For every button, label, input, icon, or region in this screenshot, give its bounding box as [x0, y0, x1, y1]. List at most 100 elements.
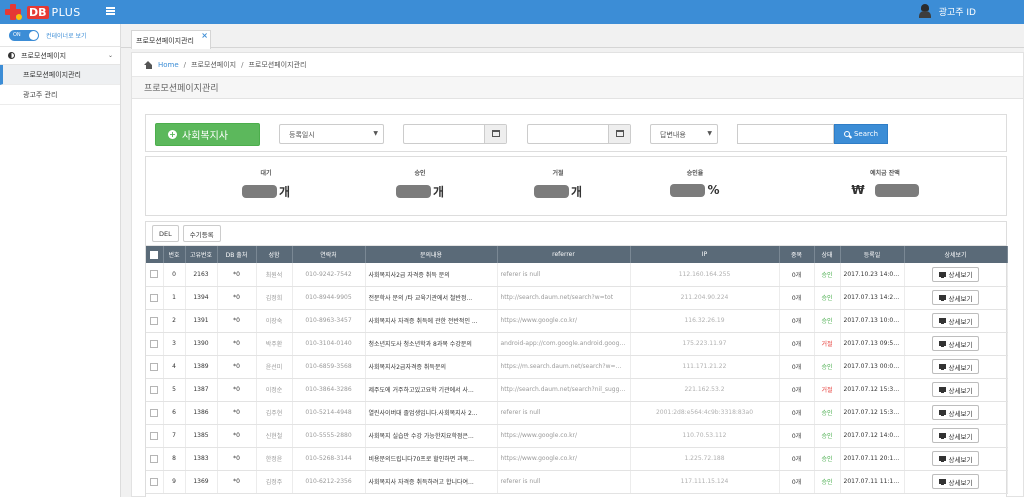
detail-button-label: 상세보기: [948, 317, 973, 326]
cell-date: 2017.07.12 14:02:03: [840, 424, 905, 448]
stat-label: 예치금 잔액: [870, 170, 900, 177]
detail-button[interactable]: 상세보기: [931, 428, 980, 443]
user-menu[interactable]: 광고주 ID: [918, 4, 976, 18]
col-header[interactable]: IP: [630, 246, 780, 263]
monitor-icon: [938, 271, 946, 278]
table-row[interactable]: 4 1389 *0 윤선미 010-6859-3568 사회복지사2급자격증 취득문의 ht…: [146, 355, 1008, 379]
cell-referrer: https://www.google.co.kr/: [497, 309, 631, 333]
cell-name: 김주현: [256, 401, 293, 425]
row-checkbox[interactable]: [150, 316, 159, 325]
row-select-cell: [146, 378, 164, 402]
col-header[interactable]: 문의내용: [365, 246, 498, 263]
table-row[interactable]: 2 1391 *0 이장숙 010-8963-3457 사회복지사 자격증 취득에 관한 …: [146, 309, 1008, 333]
row-checkbox[interactable]: [150, 431, 159, 440]
col-header[interactable]: 연락처: [292, 246, 366, 263]
table-row[interactable]: 8 1383 *0 한정윤 010-5268-3144 비용문의드립니다70프로 할인하면…: [146, 447, 1008, 471]
stat-unit: 개: [278, 185, 291, 199]
cell-uid: 1387: [185, 378, 218, 402]
tab-promotion-manage[interactable]: 프로모션페이지관리 ×: [131, 30, 211, 49]
row-checkbox[interactable]: [150, 362, 159, 371]
select-all-checkbox[interactable]: [150, 250, 159, 259]
redacted-value: [533, 185, 569, 198]
end-date-input[interactable]: [527, 124, 631, 144]
col-header[interactable]: 중복: [779, 246, 815, 263]
sidebar-group-promotion[interactable]: 프로모션페이지 ⌄: [0, 46, 120, 65]
delete-button[interactable]: DEL: [152, 225, 179, 242]
cell-uid: 1389: [185, 355, 218, 379]
col-header[interactable]: 등록일: [840, 246, 905, 263]
col-header[interactable]: DB 출처: [217, 246, 257, 263]
row-checkbox[interactable]: [150, 477, 159, 486]
detail-button-label: 상세보기: [948, 294, 973, 303]
detail-button[interactable]: 상세보기: [931, 336, 980, 351]
container-view-label[interactable]: 컨테이너로 보기: [46, 31, 87, 40]
row-checkbox[interactable]: [150, 408, 159, 417]
breadcrumb-separator: /: [183, 60, 187, 69]
stat-unit: 개: [570, 185, 583, 199]
sidebar-item-advertiser-manage[interactable]: 광고주 관리: [0, 85, 120, 105]
search-input[interactable]: [737, 124, 834, 144]
search-button-label: Search: [853, 130, 879, 138]
table-row[interactable]: 9 1369 *0 김정주 010-6212-2356 사회복지사 자격증 취득하려고 합…: [146, 470, 1008, 494]
cell-status: 거절: [814, 332, 841, 356]
table-row[interactable]: 3 1390 *0 박주환 010-3104-0140 청소년지도사 청소년학과 8과목 …: [146, 332, 1008, 356]
row-checkbox[interactable]: [150, 385, 159, 394]
table-row[interactable]: 1 1394 *0 김정희 010-8944-9905 전문학사 문의 /타 교육기관에서…: [146, 286, 1008, 310]
cell-referrer: http://search.daum.net/search?w=tot: [497, 286, 631, 310]
cell-ip: 211.204.90.224: [630, 286, 780, 310]
cell-duplicate: 0개: [779, 263, 815, 287]
row-checkbox[interactable]: [150, 270, 159, 279]
container-view-toggle[interactable]: ON: [9, 29, 39, 41]
row-checkbox[interactable]: [150, 339, 159, 348]
col-header[interactable]: referrer: [497, 246, 631, 263]
col-header[interactable]: 상세보기: [904, 246, 1008, 263]
col-header[interactable]: 고유번호: [185, 246, 218, 263]
tab-label: 프로모션페이지관리: [136, 37, 194, 45]
app-logo[interactable]: DB PLUS: [5, 4, 81, 20]
table-row[interactable]: 0 2163 *0 최원석 010-9242-7542 사회복지사2급 자격증 취득 문의…: [146, 263, 1008, 287]
col-header[interactable]: 번호: [163, 246, 186, 263]
manual-register-button[interactable]: 수기등록: [182, 225, 221, 242]
sidebar-item-promotion-manage[interactable]: 프로모션페이지관리: [0, 65, 120, 85]
menu-toggle-icon[interactable]: [106, 7, 115, 15]
breadcrumb-home[interactable]: Home: [158, 61, 179, 69]
table-row[interactable]: 7 1385 *0 신현철 010-5555-2880 사회복지 실습만 수강 가능한지요…: [146, 424, 1008, 448]
table-body: 0 2163 *0 최원석 010-9242-7542 사회복지사2급 자격증 취득 문의…: [146, 263, 1008, 494]
search-button[interactable]: Search: [834, 124, 888, 144]
cell-status: 승인: [814, 309, 841, 333]
row-checkbox[interactable]: [150, 293, 159, 302]
stat-unit: 개: [432, 185, 445, 199]
start-date-input[interactable]: [403, 124, 507, 144]
logo-plus-text: PLUS: [51, 5, 81, 19]
detail-button[interactable]: 상세보기: [931, 451, 980, 466]
row-checkbox[interactable]: [150, 454, 159, 463]
detail-button[interactable]: 상세보기: [931, 405, 980, 420]
start-date-calendar-button[interactable]: [484, 125, 506, 143]
filter-panel: + 사회복지사 등록일시 ▼ 답변내용 ▼ Search: [145, 114, 1007, 152]
detail-button[interactable]: 상세보기: [931, 359, 980, 374]
col-header[interactable]: 성함: [256, 246, 293, 263]
end-date-calendar-button[interactable]: [608, 125, 630, 143]
col-header[interactable]: 상태: [814, 246, 841, 263]
detail-button[interactable]: 상세보기: [931, 382, 980, 397]
cell-phone: 010-5555-2880: [292, 424, 366, 448]
table-row[interactable]: 5 1387 *0 이정순 010-3864-3286 제주도에 거주하고있고요학 기관에…: [146, 378, 1008, 402]
date-type-select[interactable]: 등록일시 ▼: [279, 124, 384, 144]
cell-name: 윤선미: [256, 355, 293, 379]
detail-button[interactable]: 상세보기: [931, 290, 980, 305]
monitor-icon: [938, 318, 946, 324]
close-icon[interactable]: ×: [201, 31, 208, 40]
detail-button[interactable]: 상세보기: [931, 474, 980, 489]
detail-button[interactable]: 상세보기: [931, 266, 980, 282]
category-button[interactable]: + 사회복지사: [155, 123, 260, 146]
logo-db-text: DB: [27, 5, 49, 19]
answer-select[interactable]: 답변내용 ▼: [650, 124, 718, 144]
cell-uid: 1386: [185, 401, 218, 425]
cell-db-source: *0: [217, 401, 257, 425]
cell-date: 2017.07.13 10:09:18: [840, 309, 905, 333]
table-header-row: 번호 고유번호 DB 출처 성함 연락처 문의내용 referrer IP 중복…: [146, 246, 1008, 263]
detail-button[interactable]: 상세보기: [931, 313, 980, 328]
cell-ip: 2001:2d8:e564:4c9b:3318:83a0: [630, 401, 780, 425]
cell-no: 2: [163, 309, 186, 333]
table-row[interactable]: 6 1386 *0 김주현 010-5214-4948 열린사이버대 졸업생입니다.사회복…: [146, 401, 1008, 425]
